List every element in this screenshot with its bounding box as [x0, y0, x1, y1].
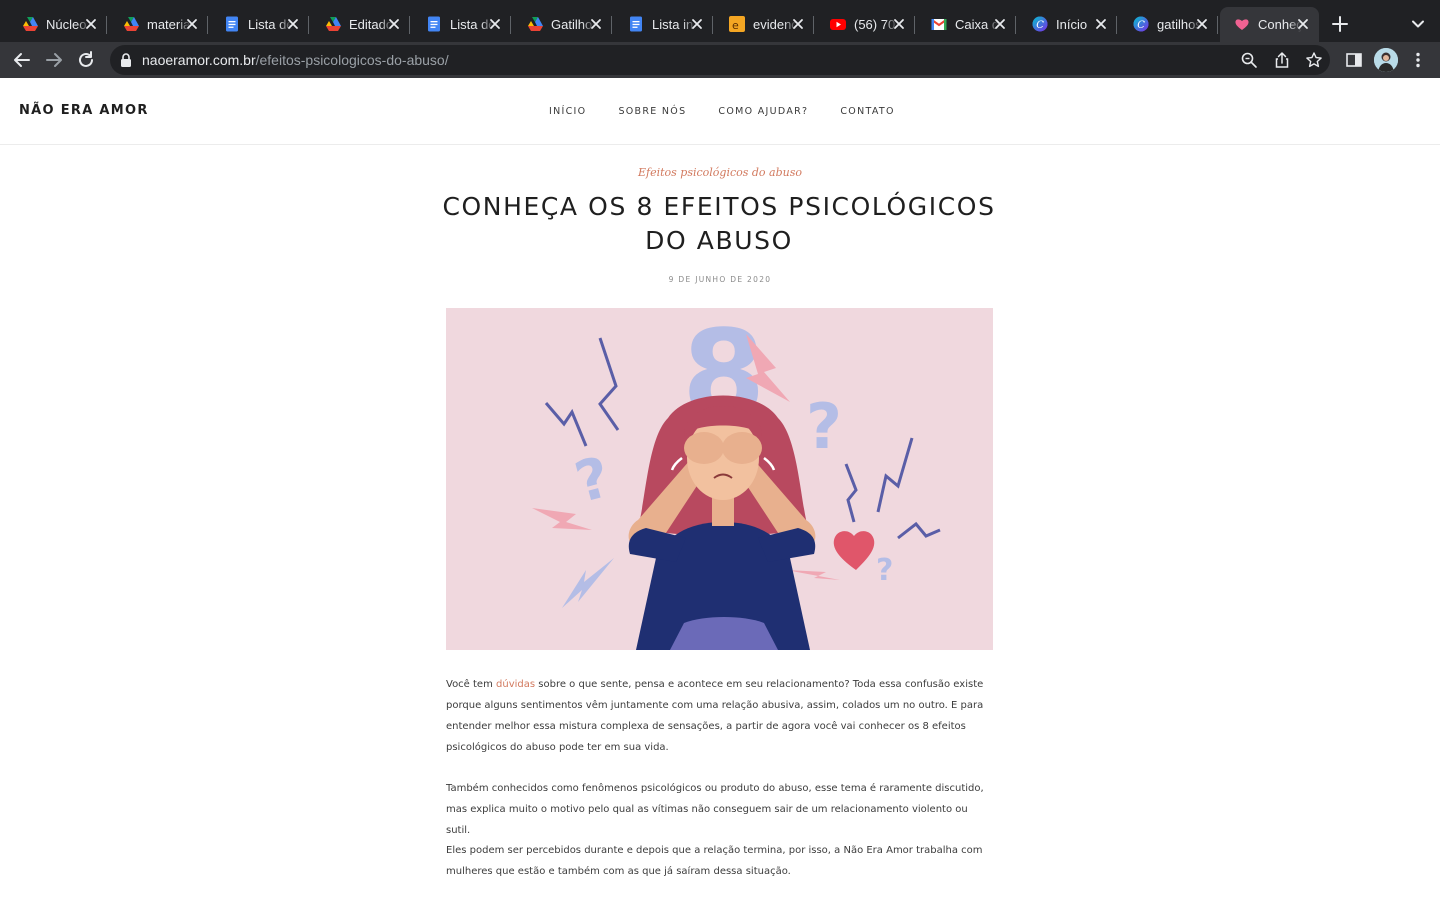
duvidas-link[interactable]: dúvidas: [496, 679, 535, 690]
close-tab-icon[interactable]: [1093, 16, 1109, 32]
nav-link-sobre-nos[interactable]: SOBRE NÓS: [618, 106, 686, 117]
lock-icon[interactable]: [120, 53, 132, 67]
tab-separator: [813, 16, 814, 34]
post-date: 9 DE JUNHO DE 2020: [668, 275, 772, 284]
browser-tab[interactable]: eevidence: [715, 7, 814, 42]
browser-toolbar: naoeramor.com.br/efeitos-psicologicos-do…: [0, 42, 1440, 78]
tab-separator: [207, 16, 208, 34]
browser-tab[interactable]: Núcleo: [8, 7, 107, 42]
url-text[interactable]: naoeramor.com.br/efeitos-psicologicos-do…: [142, 52, 449, 68]
google-drive-icon: [528, 17, 543, 31]
paragraph-text: sobre o que sente, pensa e acontece em s…: [446, 679, 984, 753]
tab-separator: [611, 16, 612, 34]
google-drive-icon: [326, 17, 341, 31]
close-tab-icon[interactable]: [386, 16, 402, 32]
browser-tab[interactable]: Lista de: [210, 7, 309, 42]
close-tab-icon[interactable]: [689, 16, 705, 32]
nav-link-como-ajudar[interactable]: COMO AJUDAR?: [718, 106, 808, 117]
tab-separator: [510, 16, 511, 34]
browser-tab[interactable]: Caixa de: [917, 7, 1016, 42]
close-tab-icon[interactable]: [790, 16, 806, 32]
browser-tab-strip: NúcleomateriaisLista deEditadosLista deG…: [0, 0, 1440, 42]
question-mark-icon: ?: [806, 390, 842, 463]
tab-separator: [409, 16, 410, 34]
side-panel-icon[interactable]: [1344, 50, 1364, 70]
main-nav: INÍCIO SOBRE NÓS COMO AJUDAR? CONTATO: [549, 106, 927, 117]
site-logo[interactable]: NÃO ERA AMOR: [19, 103, 149, 118]
google-drive-icon: [23, 17, 38, 31]
gmail-icon: [931, 19, 947, 30]
question-mark-icon: ?: [876, 553, 893, 588]
site-favicon-icon: e: [729, 16, 745, 32]
nav-link-contato[interactable]: CONTATO: [840, 106, 894, 117]
tab-search-chevron-down-icon[interactable]: [1408, 14, 1428, 34]
canva-icon: C: [1032, 16, 1048, 32]
svg-text:C: C: [1137, 20, 1145, 31]
back-icon[interactable]: [11, 49, 33, 71]
google-docs-icon: [630, 16, 642, 32]
browser-tab[interactable]: Editados: [311, 7, 410, 42]
browser-tab[interactable]: Lista de: [412, 7, 511, 42]
tab-separator: [1116, 16, 1117, 34]
hero-illustration: 8 ? ? ?: [446, 308, 993, 650]
site-header: NÃO ERA AMOR INÍCIO SOBRE NÓS COMO AJUDA…: [0, 78, 1440, 145]
browser-tab[interactable]: C Início: [1018, 7, 1117, 42]
profile-avatar[interactable]: [1374, 48, 1398, 72]
browser-tab[interactable]: (56) 70: [816, 7, 915, 42]
tab-separator: [1015, 16, 1016, 34]
web-page: NÃO ERA AMOR INÍCIO SOBRE NÓS COMO AJUDA…: [0, 78, 1440, 900]
article-paragraph-3: Eles podem ser percebidos durante e depo…: [446, 845, 983, 877]
post-category[interactable]: Efeitos psicológicos do abuso: [0, 166, 1440, 179]
bookmark-star-icon[interactable]: [1305, 51, 1323, 69]
youtube-icon: [830, 19, 846, 30]
tab-separator: [106, 16, 107, 34]
close-tab-icon[interactable]: [83, 16, 99, 32]
article-paragraph-2: Também conhecidos como fenômenos psicoló…: [446, 783, 984, 836]
reload-icon[interactable]: [75, 49, 97, 71]
post-title: CONHEÇA OS 8 EFEITOS PSICOLÓGICOS DO ABU…: [442, 192, 996, 255]
nav-link-inicio[interactable]: INÍCIO: [549, 106, 586, 117]
question-mark-icon: ?: [569, 445, 617, 516]
heart-icon: [833, 531, 875, 570]
tab-separator: [712, 16, 713, 34]
url-domain: naoeramor.com.br: [142, 52, 256, 68]
browser-tab[interactable]: materiais: [109, 7, 208, 42]
tab-separator: [914, 16, 915, 34]
close-tab-icon[interactable]: [184, 16, 200, 32]
url-path: /efeitos-psicologicos-do-abuso/: [255, 52, 449, 68]
close-tab-icon[interactable]: [1194, 16, 1210, 32]
close-tab-icon[interactable]: [891, 16, 907, 32]
new-tab-plus-icon[interactable]: [1328, 12, 1352, 36]
close-tab-icon[interactable]: [285, 16, 301, 32]
google-docs-icon: [428, 16, 440, 32]
zoom-icon[interactable]: [1240, 51, 1258, 69]
stressed-woman-illustration: 8 ? ? ?: [532, 308, 941, 650]
browser-tab[interactable]: Conheça: [1220, 7, 1319, 42]
canva-icon: C: [1133, 16, 1149, 32]
close-tab-icon[interactable]: [487, 16, 503, 32]
google-docs-icon: [226, 16, 238, 32]
paragraph-text: Você tem: [446, 679, 497, 690]
svg-text:e: e: [732, 19, 739, 32]
profile-avatar-icon: [1374, 48, 1398, 72]
browser-tab[interactable]: Lista in: [614, 7, 713, 42]
article-paragraph-1: Você tem dúvidas sobre o que sente, pens…: [446, 674, 986, 758]
share-icon[interactable]: [1273, 51, 1291, 69]
browser-tab[interactable]: Gatilhos: [513, 7, 612, 42]
more-menu-icon[interactable]: [1408, 50, 1428, 70]
tab-separator: [1217, 16, 1218, 34]
google-drive-icon: [124, 17, 139, 31]
forward-icon[interactable]: [43, 49, 65, 71]
address-bar[interactable]: naoeramor.com.br/efeitos-psicologicos-do…: [110, 45, 1330, 75]
svg-text:C: C: [1036, 20, 1044, 31]
close-tab-icon[interactable]: [992, 16, 1008, 32]
heart-favicon-icon: [1235, 19, 1249, 30]
browser-tab[interactable]: Cgatilhos: [1119, 7, 1218, 42]
close-tab-icon[interactable]: [588, 16, 604, 32]
close-tab-icon[interactable]: [1295, 16, 1311, 32]
tab-separator: [308, 16, 309, 34]
